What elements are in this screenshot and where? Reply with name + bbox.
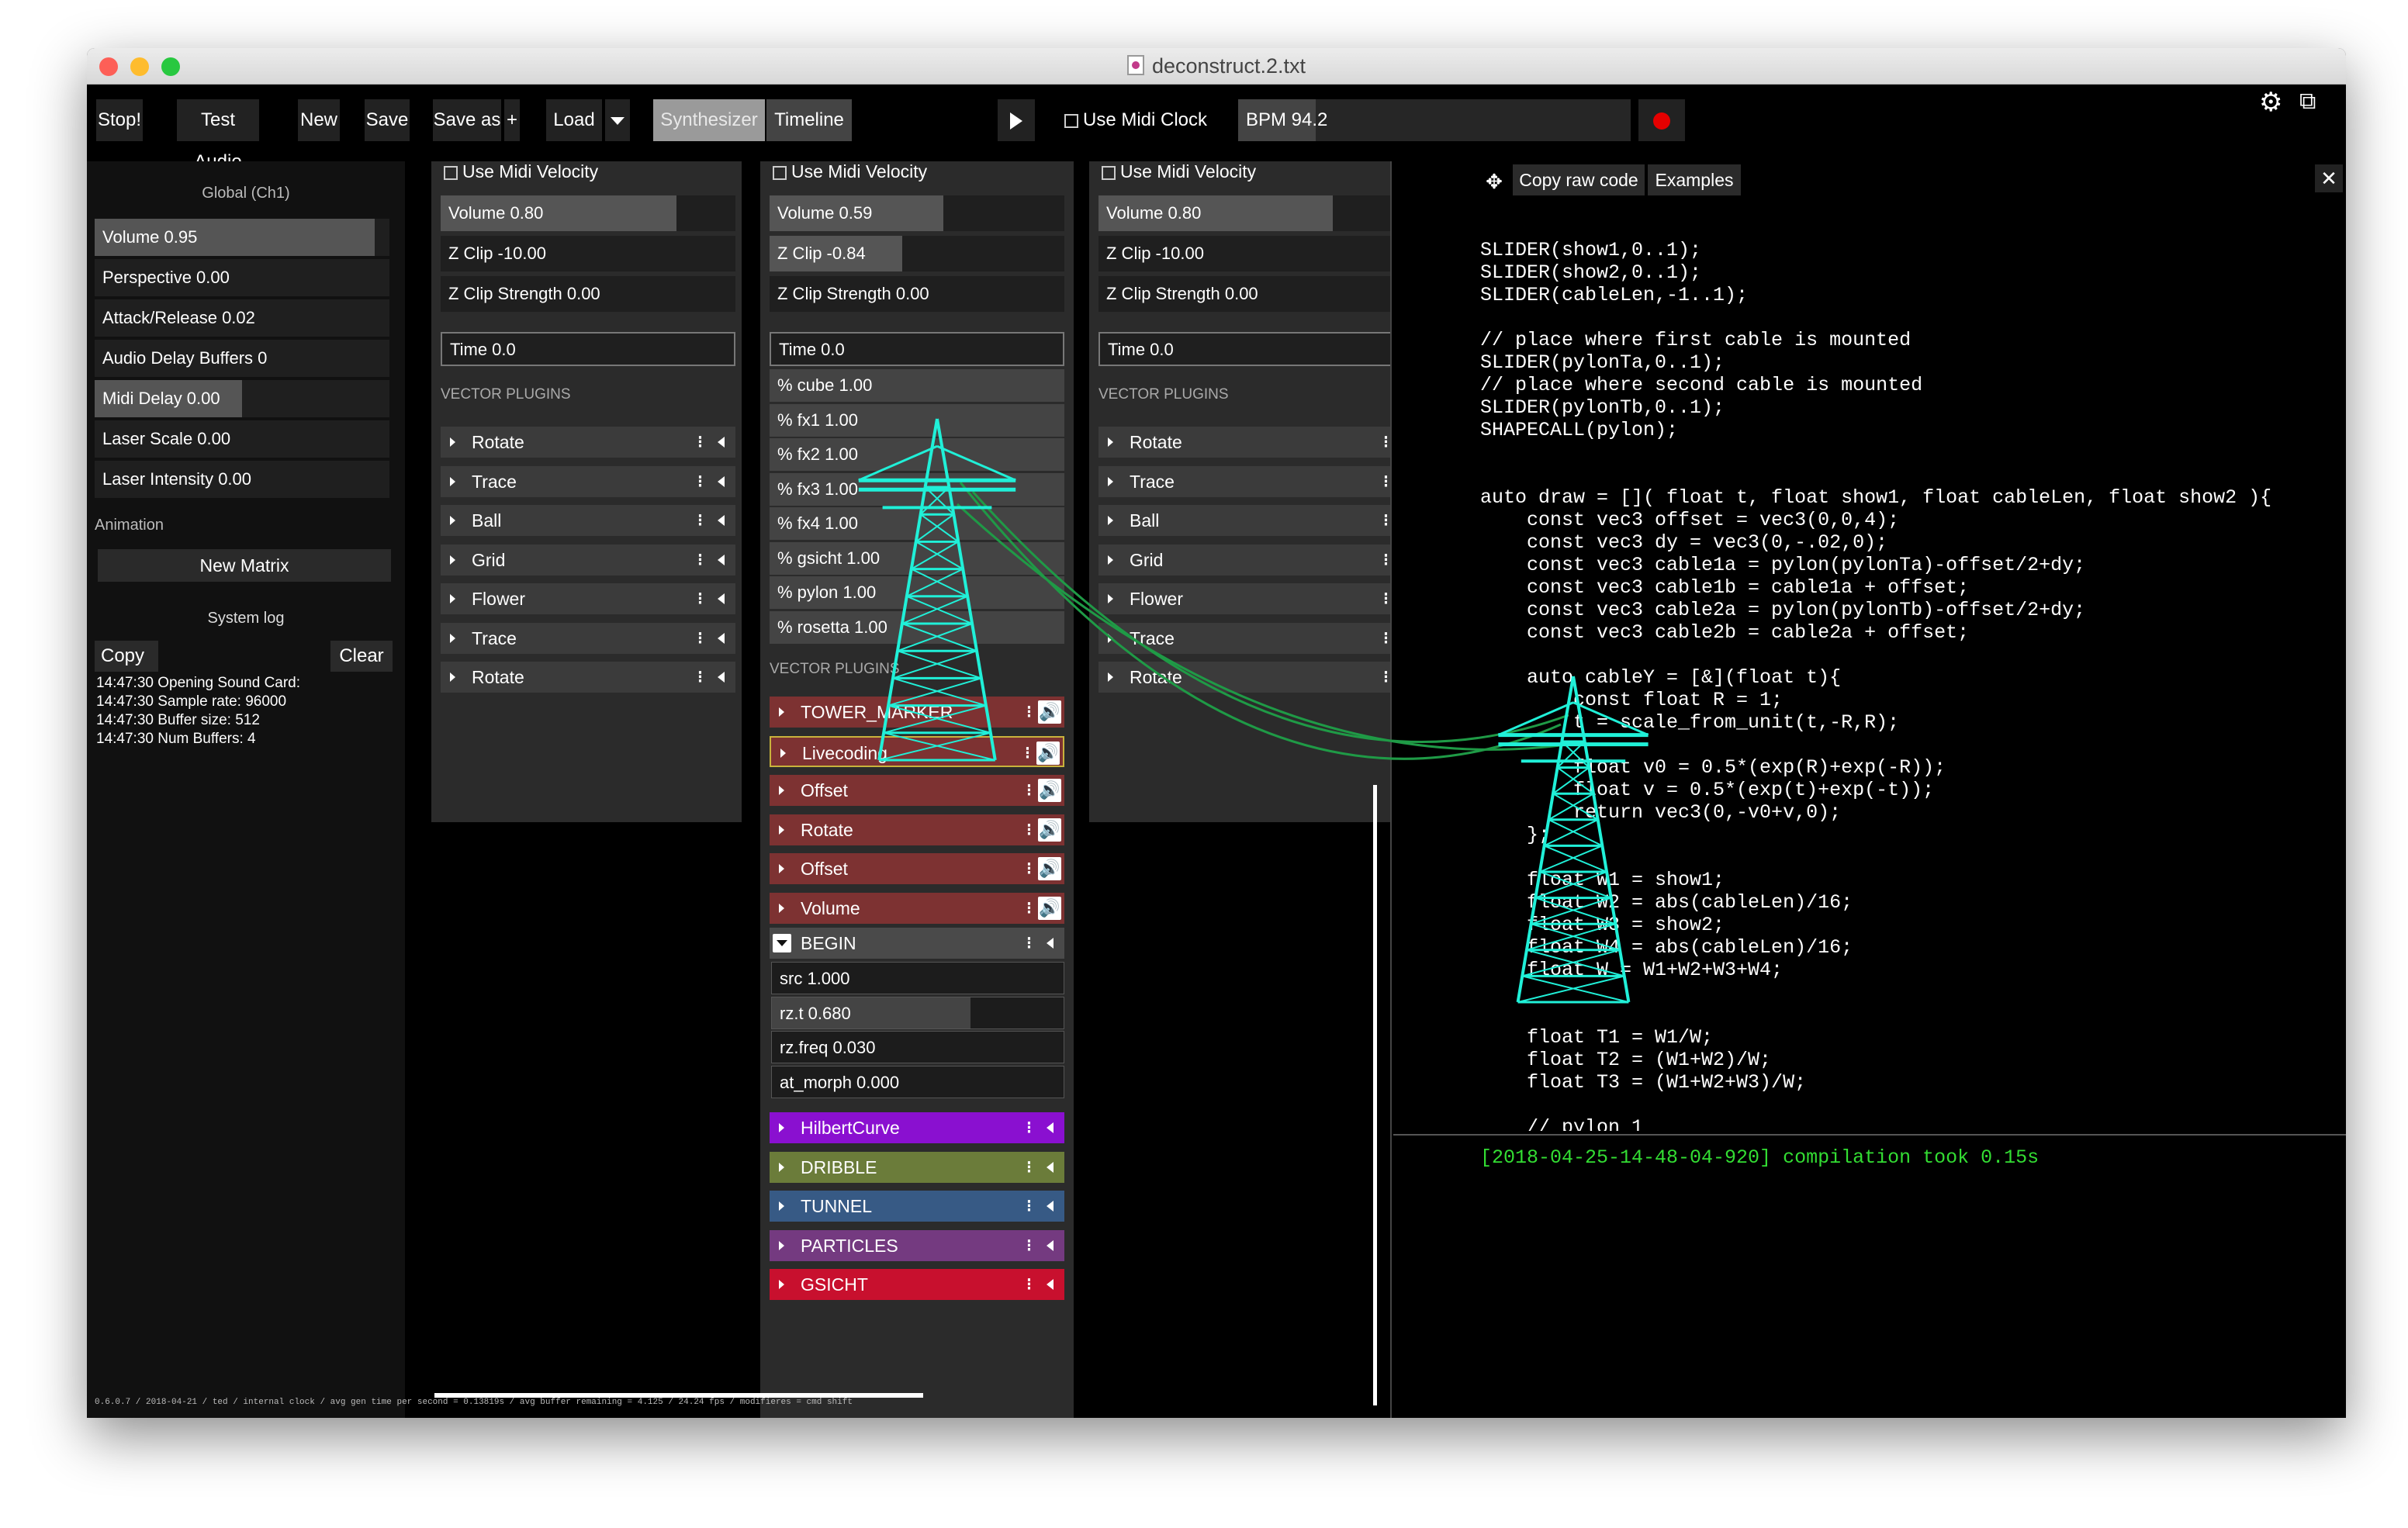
pylon-1-icon (858, 418, 1016, 762)
cable-line (971, 490, 1569, 743)
status-progress (434, 1393, 923, 1398)
pylon-2-icon (1497, 676, 1649, 1004)
status-bar: 0.6.0.7 / 2018-04-21 / ted / internal cl… (95, 1398, 853, 1407)
app-window: deconstruct.2.txt Stop! Test Audio New S… (87, 48, 2346, 1418)
cable-line (959, 482, 1562, 760)
laser-preview-overlay (858, 418, 1649, 1004)
